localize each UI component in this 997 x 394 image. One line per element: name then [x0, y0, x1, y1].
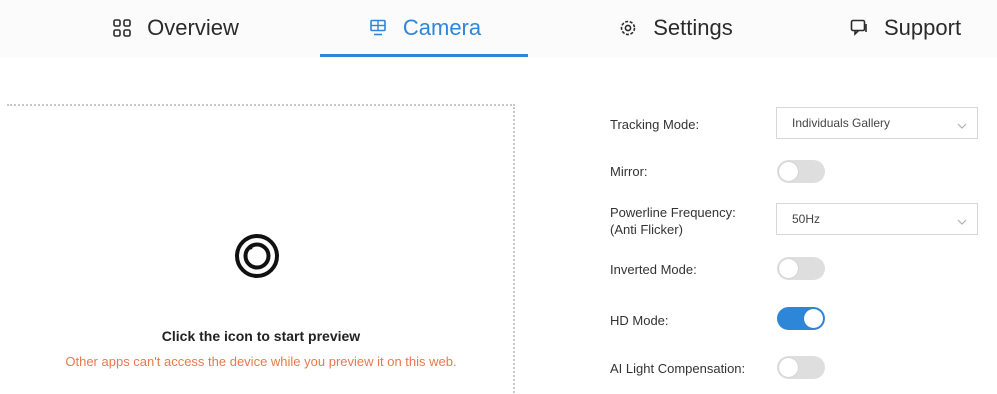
tab-bar: Overview Camera Settings Support: [0, 0, 997, 58]
powerline-label-line2: (Anti Flicker): [610, 222, 683, 237]
toggle-knob: [779, 259, 798, 278]
tab-overview-label: Overview: [147, 15, 239, 40]
preview-title: Click the icon to start preview: [161, 328, 361, 344]
powerline-label-line1: Powerline Frequency:: [610, 205, 736, 220]
powerline-frequency-label: Powerline Frequency: (Anti Flicker): [610, 204, 736, 238]
toggle-knob: [779, 162, 798, 181]
ai-light-compensation-toggle[interactable]: [777, 356, 825, 379]
mirror-label: Mirror:: [610, 164, 648, 179]
tab-camera[interactable]: Camera: [320, 0, 528, 56]
hd-mode-label: HD Mode:: [610, 313, 669, 328]
tracking-mode-select[interactable]: Individuals Gallery: [776, 107, 978, 139]
tab-overview[interactable]: Overview: [90, 0, 260, 56]
tab-settings-label: Settings: [653, 15, 733, 40]
toggle-knob: [779, 358, 798, 377]
mirror-toggle[interactable]: [777, 160, 825, 183]
tab-support-label: Support: [884, 15, 962, 40]
inverted-mode-label: Inverted Mode:: [610, 262, 697, 277]
preview-warning: Other apps can't access the device while…: [65, 354, 457, 369]
tab-settings[interactable]: Settings: [595, 0, 755, 56]
toggle-knob: [804, 309, 823, 328]
tab-camera-label: Camera: [402, 15, 482, 40]
camera-lens-icon[interactable]: [233, 232, 281, 280]
monitor-icon: [367, 17, 389, 39]
camera-preview-area: Click the icon to start preview Other ap…: [7, 104, 515, 394]
gear-icon: [617, 17, 639, 39]
inverted-mode-toggle[interactable]: [777, 257, 825, 280]
powerline-frequency-value: 50Hz: [792, 212, 821, 226]
hd-mode-toggle[interactable]: [777, 307, 825, 330]
chevron-down-icon: [957, 214, 967, 225]
chevron-down-icon: [957, 118, 967, 129]
tracking-mode-value: Individuals Gallery: [792, 116, 891, 130]
camera-settings-page: Overview Camera Settings Support Click t…: [0, 0, 997, 394]
ai-light-compensation-label: AI Light Compensation:: [610, 361, 746, 376]
powerline-frequency-select[interactable]: 50Hz: [776, 203, 978, 235]
chat-icon: [848, 17, 870, 39]
tab-support[interactable]: Support: [848, 0, 997, 56]
grid-icon: [111, 17, 133, 39]
active-tab-indicator: [320, 54, 528, 57]
tracking-mode-label: Tracking Mode:: [610, 117, 700, 132]
